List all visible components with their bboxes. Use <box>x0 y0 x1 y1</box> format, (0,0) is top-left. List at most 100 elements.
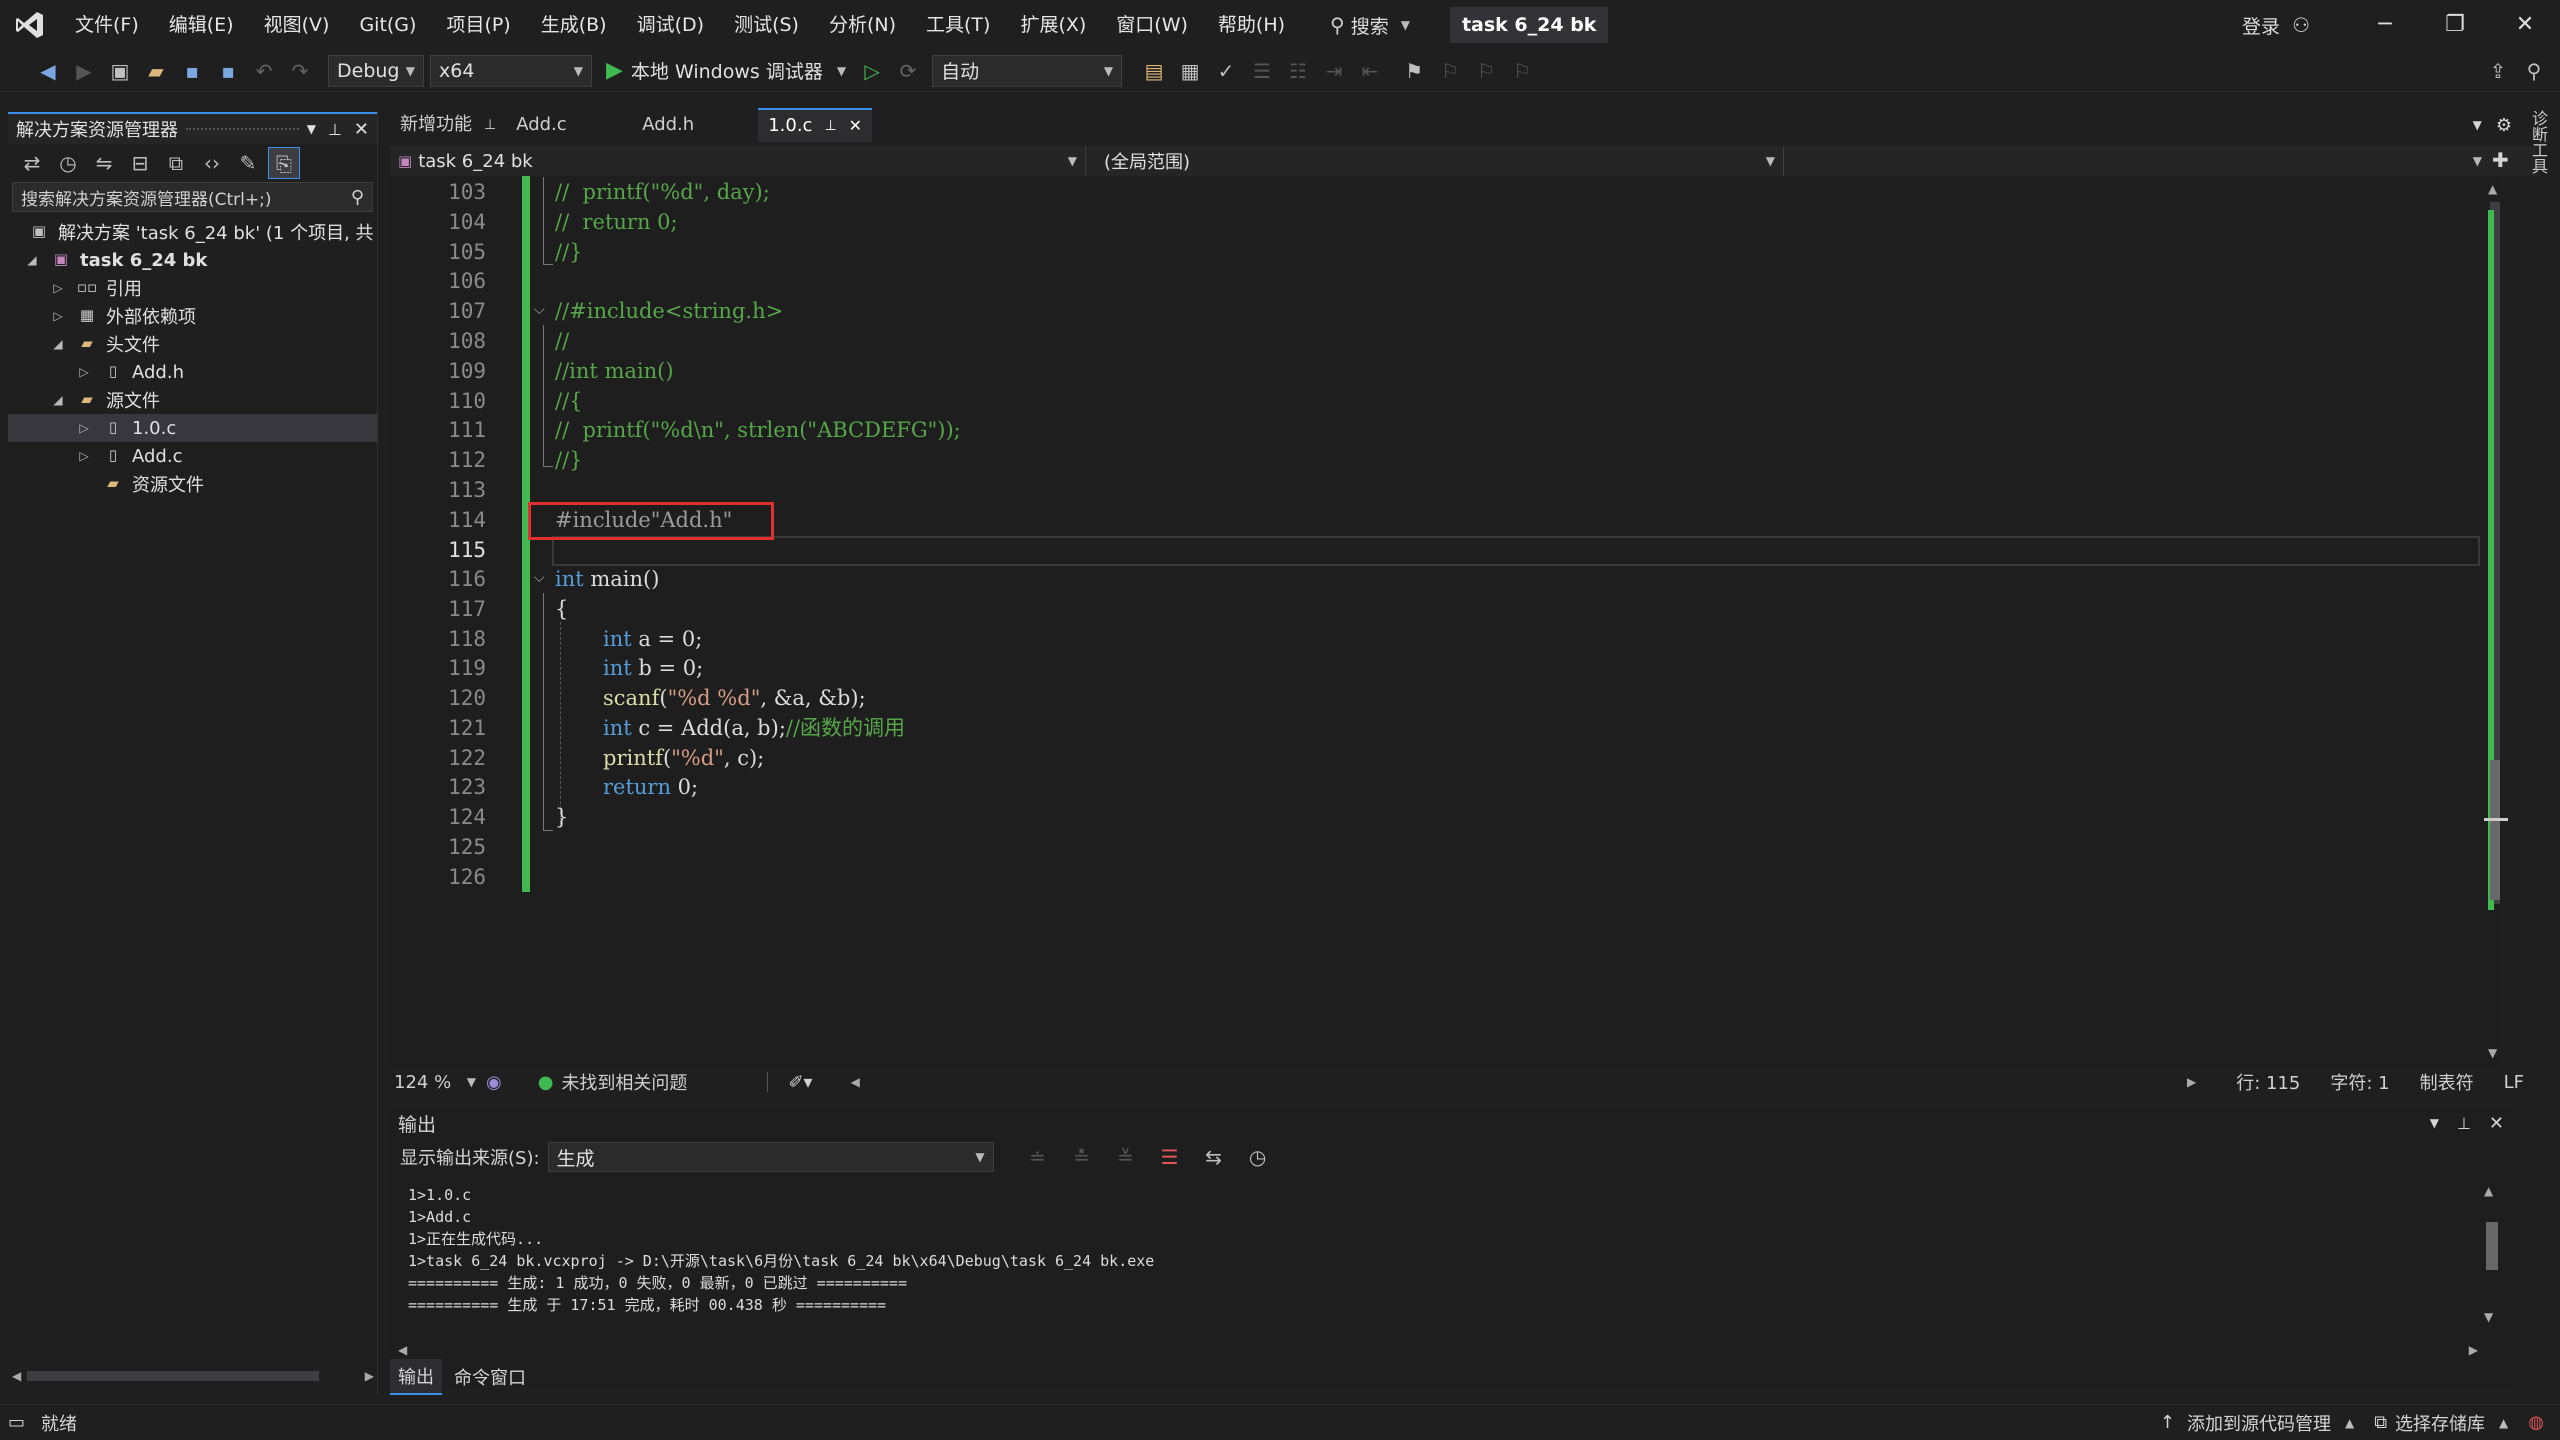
tree-item-1-0-c[interactable]: ▷ ▯ 1.0.c <box>8 414 377 442</box>
tab-add-h[interactable]: Add.h <box>632 108 758 142</box>
uncomment-icon[interactable]: ☷ <box>1282 55 1314 87</box>
menu-item[interactable]: 分析(N) <box>814 0 911 50</box>
forward-icon[interactable]: ▶ <box>68 55 100 87</box>
menu-item[interactable]: Git(G) <box>344 0 431 50</box>
properties-icon[interactable]: ✎ <box>232 147 264 179</box>
collapsed-icon[interactable]: ▷ <box>50 281 66 295</box>
scroll-up-icon[interactable]: ▲ <box>2488 182 2497 196</box>
next-bookmark-icon[interactable]: ⚐ <box>1470 55 1502 87</box>
scroll-thumb[interactable] <box>2490 760 2500 900</box>
project-dropdown[interactable]: ▣ task 6_24 bk ▼ <box>390 146 1086 176</box>
view-code-icon[interactable]: ‹› <box>196 147 228 179</box>
go-to-line-icon[interactable]: ≐ <box>1022 1141 1054 1173</box>
select-repository[interactable]: 选择存储库 <box>2395 1410 2485 1436</box>
editor-vscrollbar[interactable]: ▲ ▼ <box>2484 180 2508 1066</box>
menu-item[interactable]: 编辑(E) <box>154 0 249 50</box>
tree-item-project[interactable]: ◢ ▣ task 6_24 bk <box>8 246 377 274</box>
next-message-icon[interactable]: ≚ <box>1110 1141 1142 1173</box>
bookmark-icon[interactable]: ⚑ <box>1398 55 1430 87</box>
maximize-button[interactable]: ❐ <box>2420 0 2490 50</box>
comment-icon[interactable]: ☰ <box>1246 55 1278 87</box>
new-project-icon[interactable]: ▣ <box>104 55 136 87</box>
menu-item[interactable]: 文件(F) <box>60 0 154 50</box>
tab-whats-new[interactable]: 新增功能 ⊥ <box>390 108 506 142</box>
char-indicator[interactable]: 字符: 1 <box>2330 1069 2389 1095</box>
collapsed-icon[interactable]: ▷ <box>76 421 92 435</box>
close-icon[interactable]: ✕ <box>354 119 369 140</box>
menu-item[interactable]: 帮助(H) <box>1203 0 1300 50</box>
close-icon[interactable]: ✕ <box>2489 1113 2504 1134</box>
scroll-right-icon[interactable]: ▶ <box>2469 1343 2478 1357</box>
tab-overflow-icon[interactable]: ▼ <box>2473 118 2482 132</box>
notification-icon[interactable]: ◍ <box>2528 1412 2544 1433</box>
code-cleanup-icon[interactable]: ✐▾ <box>788 1072 812 1093</box>
menu-item[interactable]: 工具(T) <box>911 0 1005 50</box>
expanded-icon[interactable]: ◢ <box>50 337 66 351</box>
tree-item-add-h[interactable]: ▷ ▯ Add.h <box>8 358 377 386</box>
platform-select[interactable]: x64 ▼ <box>430 54 592 87</box>
minimize-button[interactable]: ─ <box>2350 0 2420 50</box>
pin-icon[interactable]: ⊥ <box>2457 1114 2471 1133</box>
outdent-icon[interactable]: ⇤ <box>1354 55 1386 87</box>
save-all-icon[interactable]: ▪ <box>212 55 244 87</box>
clear-bookmarks-icon[interactable]: ⚐ <box>1506 55 1538 87</box>
sync-icon[interactable]: ⇋ <box>88 147 120 179</box>
gear-icon[interactable]: ⚙ <box>2496 115 2512 136</box>
chevron-down-icon[interactable]: ▼ <box>307 122 316 136</box>
scroll-left-icon[interactable]: ◀ <box>851 1075 860 1089</box>
output-vscrollbar[interactable]: ▲ ▼ <box>2484 1184 2504 1334</box>
solution-explorer-icon[interactable]: ▤ <box>1138 55 1170 87</box>
output-hscrollbar[interactable]: ◀ ▶ <box>398 1340 2478 1360</box>
mode-select[interactable]: 自动 ▼ <box>932 54 1123 87</box>
diagnostic-tools-tab[interactable]: 诊断工具 <box>2524 110 2550 190</box>
redo-icon[interactable]: ↷ <box>284 55 316 87</box>
solution-hscrollbar[interactable]: ◀ ▶ <box>12 1366 374 1386</box>
back-icon[interactable]: ◀ <box>32 55 64 87</box>
scroll-left-icon[interactable]: ◀ <box>12 1369 21 1383</box>
eol-indicator[interactable]: LF <box>2504 1072 2524 1093</box>
open-folder-icon[interactable]: ▰ <box>140 55 172 87</box>
tree-item-source-files[interactable]: ◢ ▰ 源文件 <box>8 386 377 414</box>
run-without-debug-icon[interactable]: ▷ <box>856 55 888 87</box>
tab-command-window[interactable]: 命令窗口 <box>442 1360 538 1394</box>
share-icon[interactable]: ⇪ <box>2482 55 2514 87</box>
config-select[interactable]: Debug ▼ <box>328 54 424 87</box>
scroll-down-icon[interactable]: ▼ <box>2484 1310 2493 1324</box>
word-wrap-icon[interactable]: ⇆ <box>1198 1141 1230 1173</box>
scroll-right-icon[interactable]: ▶ <box>2187 1075 2196 1089</box>
member-dropdown[interactable]: ▼ <box>1790 146 2490 176</box>
close-icon[interactable]: ✕ <box>849 109 862 143</box>
tree-item-external-deps[interactable]: ▷ ▦ 外部依赖项 <box>8 302 377 330</box>
collapsed-icon[interactable]: ▷ <box>76 449 92 463</box>
output-source-select[interactable]: 生成 ▼ <box>547 1142 994 1172</box>
collapse-icon[interactable]: ⌵ <box>534 302 545 318</box>
pin-icon[interactable]: ⊥ <box>824 109 836 143</box>
issues-indicator[interactable]: ● 未找到相关问题 <box>538 1069 688 1095</box>
tab-output[interactable]: 输出 <box>390 1359 442 1395</box>
collapse-all-icon[interactable]: ⊟ <box>124 147 156 179</box>
preview-icon[interactable]: ⎘ <box>268 147 300 179</box>
show-all-files-icon[interactable]: ⧉ <box>160 147 192 179</box>
prev-message-icon[interactable]: ≛ <box>1066 1141 1098 1173</box>
tree-item-add-c[interactable]: ▷ ▯ Add.c <box>8 442 377 470</box>
tab-1-0-c[interactable]: 1.0.c ⊥ ✕ <box>758 108 873 143</box>
menu-item[interactable]: 窗口(W) <box>1101 0 1203 50</box>
expanded-icon[interactable]: ◢ <box>24 253 40 267</box>
output-text[interactable]: 1>1.0.c 1>Add.c 1>正在生成代码... 1>task 6_24 … <box>408 1184 2488 1358</box>
scroll-thumb[interactable] <box>2486 1222 2498 1270</box>
line-indicator[interactable]: 行: 115 <box>2236 1069 2300 1095</box>
tabs-indicator[interactable]: 制表符 <box>2420 1069 2474 1095</box>
menu-item[interactable]: 调试(D) <box>622 0 719 50</box>
history-icon[interactable]: ◷ <box>52 147 84 179</box>
run-debugger-button[interactable]: ▶ 本地 Windows 调试器 ▼ <box>606 55 846 87</box>
scope-dropdown[interactable]: (全局范围) ▼ <box>1096 146 1784 176</box>
scroll-left-icon[interactable]: ◀ <box>398 1343 407 1357</box>
pin-icon[interactable]: ⊥ <box>328 120 342 139</box>
copilot-icon[interactable]: ◉ <box>486 1072 502 1093</box>
tree-item-solution[interactable]: ▣ 解决方案 'task 6_24 bk' (1 个项目, 共 <box>8 218 377 246</box>
feedback-icon[interactable]: ⚲ <box>2518 55 2550 87</box>
expanded-icon[interactable]: ◢ <box>50 393 66 407</box>
tree-item-resource-files[interactable]: ▷ ▰ 资源文件 <box>8 470 377 498</box>
collapsed-icon[interactable]: ▷ <box>76 365 92 379</box>
close-button[interactable]: ✕ <box>2490 0 2560 50</box>
